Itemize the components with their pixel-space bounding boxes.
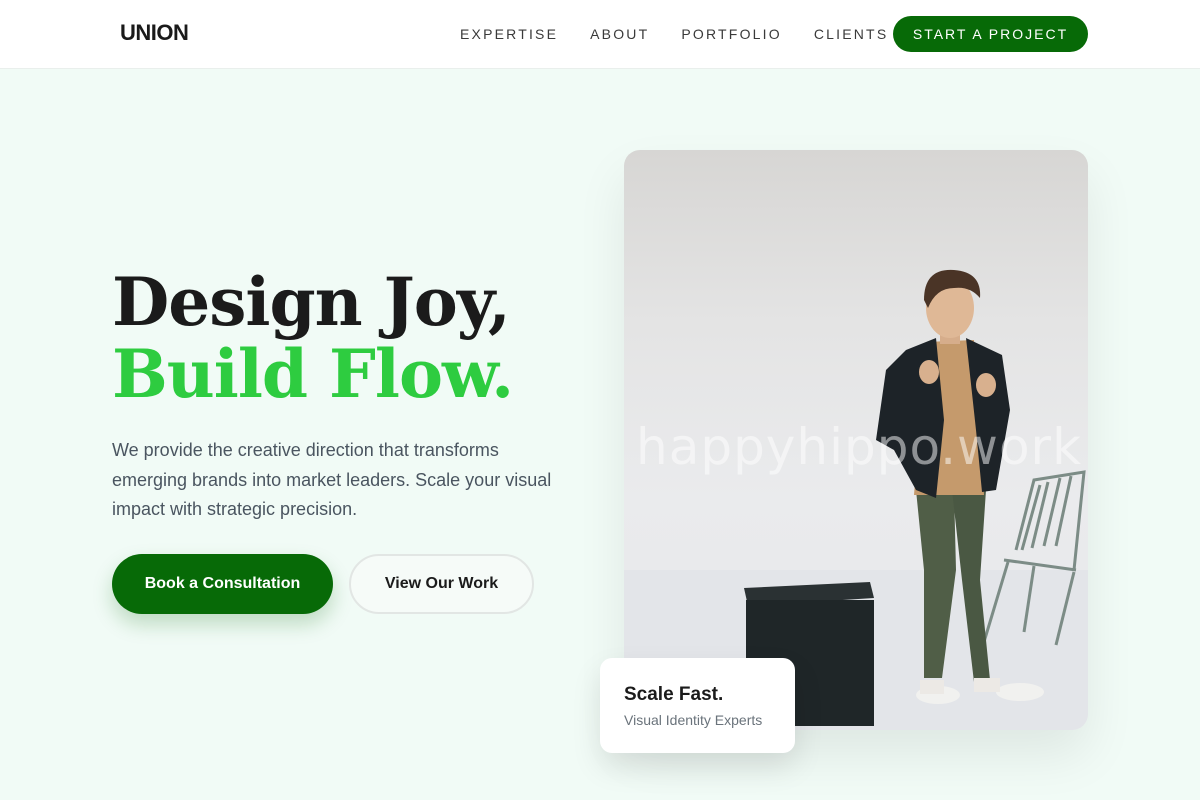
- headline-line-1: Design Joy,: [112, 263, 511, 341]
- card-title: Scale Fast.: [624, 684, 724, 705]
- main-nav: EXPERTISE ABOUT PORTFOLIO CLIENTS: [460, 24, 920, 44]
- nav-item-portfolio[interactable]: PORTFOLIO: [681, 24, 781, 44]
- scale-fast-card: Scale Fast. Visual Identity Experts: [600, 658, 795, 753]
- book-consultation-button[interactable]: Book a Consultation: [112, 554, 333, 614]
- hero-headline: Design Joy, Build Flow.: [112, 263, 514, 413]
- image-watermark: happyhippo.work: [636, 418, 1083, 476]
- nav-item-expertise[interactable]: EXPERTISE: [460, 24, 558, 44]
- start-project-button[interactable]: START A PROJECT: [893, 16, 1088, 52]
- site-header: UNION EXPERTISE ABOUT PORTFOLIO CLIENTS …: [0, 0, 1200, 69]
- hero-description: We provide the creative direction that t…: [112, 440, 552, 519]
- card-subtitle: Visual Identity Experts: [624, 712, 763, 728]
- nav-item-clients[interactable]: CLIENTS: [814, 24, 889, 44]
- view-work-button[interactable]: View Our Work: [349, 554, 534, 614]
- nav-item-about[interactable]: ABOUT: [590, 24, 649, 44]
- headline-line-2: Build Flow.: [112, 335, 514, 413]
- hero-image: happyhippo.work: [624, 150, 1088, 730]
- brand-logo[interactable]: UNION: [120, 20, 189, 46]
